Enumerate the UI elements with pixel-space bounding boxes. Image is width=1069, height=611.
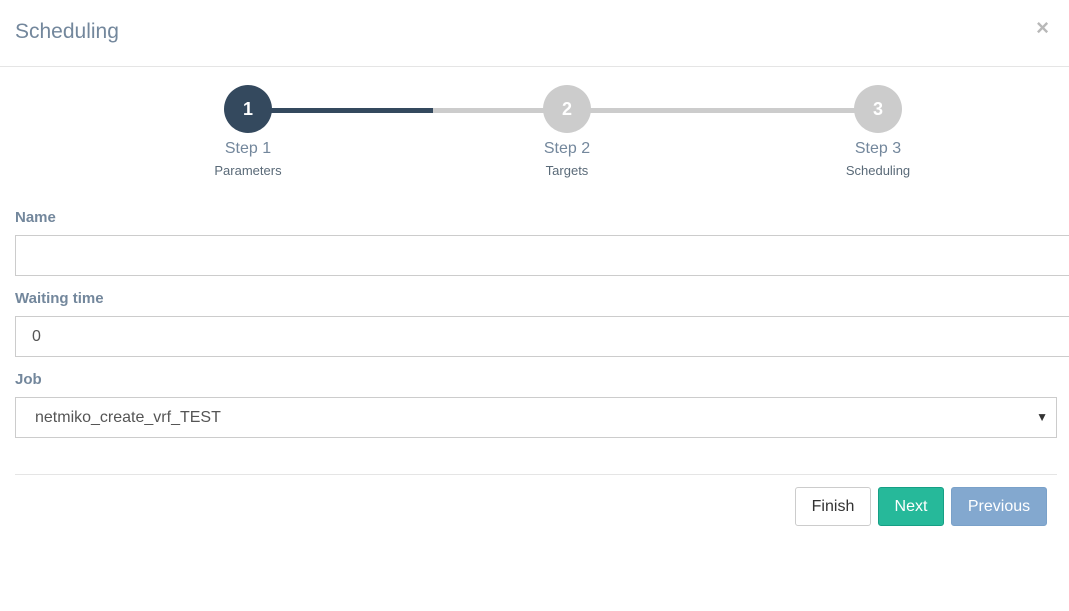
- footer-divider: [15, 474, 1057, 475]
- modal-header: Scheduling ×: [0, 0, 1069, 67]
- name-label: Name: [15, 209, 56, 226]
- modal-title: Scheduling: [15, 20, 119, 43]
- next-button[interactable]: Next: [878, 487, 944, 526]
- step-number-badge: 1: [224, 85, 272, 133]
- wizard-step-3[interactable]: 3 Step 3 Scheduling: [818, 85, 938, 178]
- close-icon[interactable]: ×: [1036, 16, 1049, 40]
- wizard-step-1[interactable]: 1 Step 1 Parameters: [188, 85, 308, 178]
- job-label: Job: [15, 371, 42, 388]
- caret-down-icon: ▼: [1036, 410, 1048, 424]
- step-description: Parameters: [214, 163, 282, 178]
- job-select[interactable]: netmiko_create_vrf_TEST ▼: [15, 397, 1057, 438]
- step-title: Step 2: [543, 140, 591, 157]
- job-select-value: netmiko_create_vrf_TEST: [35, 409, 221, 426]
- waiting-time-input[interactable]: [15, 316, 1069, 357]
- previous-button[interactable]: Previous: [951, 487, 1047, 526]
- finish-button[interactable]: Finish: [795, 487, 871, 526]
- waiting-time-label: Waiting time: [15, 290, 104, 307]
- step-description: Scheduling: [845, 163, 911, 178]
- step-number-badge: 3: [854, 85, 902, 133]
- name-input[interactable]: [15, 235, 1069, 276]
- wizard-step-2[interactable]: 2 Step 2 Targets: [507, 85, 627, 178]
- step-title: Step 1: [224, 140, 272, 157]
- step-title: Step 3: [854, 140, 902, 157]
- step-description: Targets: [545, 163, 589, 178]
- step-number-badge: 2: [543, 85, 591, 133]
